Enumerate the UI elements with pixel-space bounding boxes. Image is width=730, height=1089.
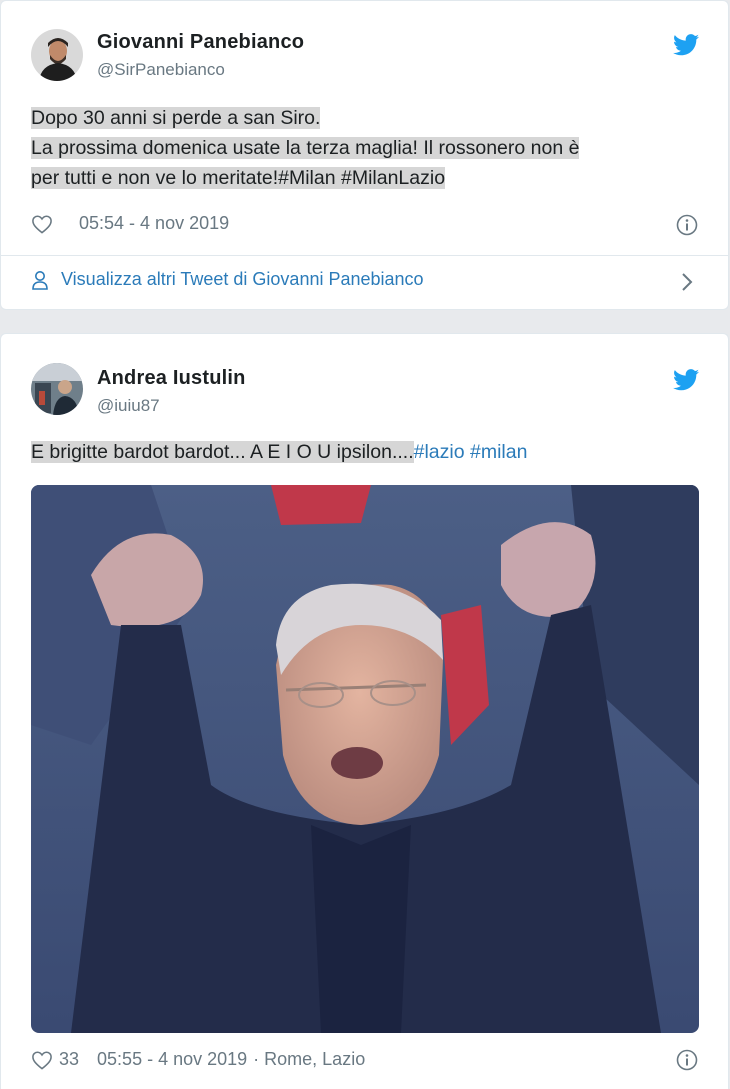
person-icon bbox=[32, 270, 48, 290]
timestamp[interactable]: 05:54 - 4 nov 2019 bbox=[79, 213, 229, 234]
timestamp[interactable]: 05:55 - 4 nov 2019 bbox=[97, 1049, 247, 1070]
tweet-media-photo[interactable] bbox=[31, 485, 699, 1033]
tweet-text: E brigitte bardot bardot... A E I O U ip… bbox=[31, 437, 527, 467]
heart-icon[interactable] bbox=[31, 1050, 53, 1070]
author-handle[interactable]: @SirPanebianco bbox=[97, 60, 225, 80]
author-name[interactable]: Andrea Iustulin bbox=[97, 367, 246, 390]
chevron-right-icon[interactable] bbox=[680, 272, 694, 292]
like-count[interactable]: 33 bbox=[59, 1049, 79, 1070]
more-tweets-link[interactable]: Visualizza altri Tweet di Giovanni Paneb… bbox=[31, 269, 424, 290]
info-icon[interactable] bbox=[676, 214, 698, 236]
more-tweets-label[interactable]: Visualizza altri Tweet di Giovanni Paneb… bbox=[61, 269, 424, 290]
author-handle[interactable]: @iuiu87 bbox=[97, 396, 160, 416]
tweet-text-plain: E brigitte bardot bardot... A E I O U ip… bbox=[31, 441, 414, 463]
tweet-card-1: Giovanni Panebianco @SirPanebianco Dopo … bbox=[0, 0, 729, 310]
author-name[interactable]: Giovanni Panebianco bbox=[97, 31, 304, 54]
tweet-card-2: Andrea Iustulin @iuiu87 E brigitte bardo… bbox=[0, 333, 729, 1089]
tweet-text-line: per tutti e non ve lo meritate!#Milan #M… bbox=[31, 167, 446, 189]
twitter-bird-icon[interactable] bbox=[673, 369, 699, 391]
tweet-text-line: La prossima domenica usate la terza magl… bbox=[31, 137, 580, 159]
hashtag-links[interactable]: #lazio #milan bbox=[414, 441, 528, 463]
twitter-bird-icon[interactable] bbox=[673, 34, 699, 56]
info-icon[interactable] bbox=[676, 1049, 698, 1071]
tweet-meta: 33 05:55 - 4 nov 2019 · Rome, Lazio bbox=[31, 1049, 365, 1070]
location[interactable]: · Rome, Lazio bbox=[253, 1049, 365, 1070]
tweet-meta: 05:54 - 4 nov 2019 bbox=[31, 213, 229, 234]
avatar[interactable] bbox=[31, 29, 83, 81]
avatar[interactable] bbox=[31, 363, 83, 415]
divider bbox=[1, 255, 728, 256]
tweet-text: Dopo 30 anni si perde a san Siro. La pro… bbox=[31, 103, 580, 193]
tweet-text-line: Dopo 30 anni si perde a san Siro. bbox=[31, 107, 321, 129]
heart-icon[interactable] bbox=[31, 214, 53, 234]
